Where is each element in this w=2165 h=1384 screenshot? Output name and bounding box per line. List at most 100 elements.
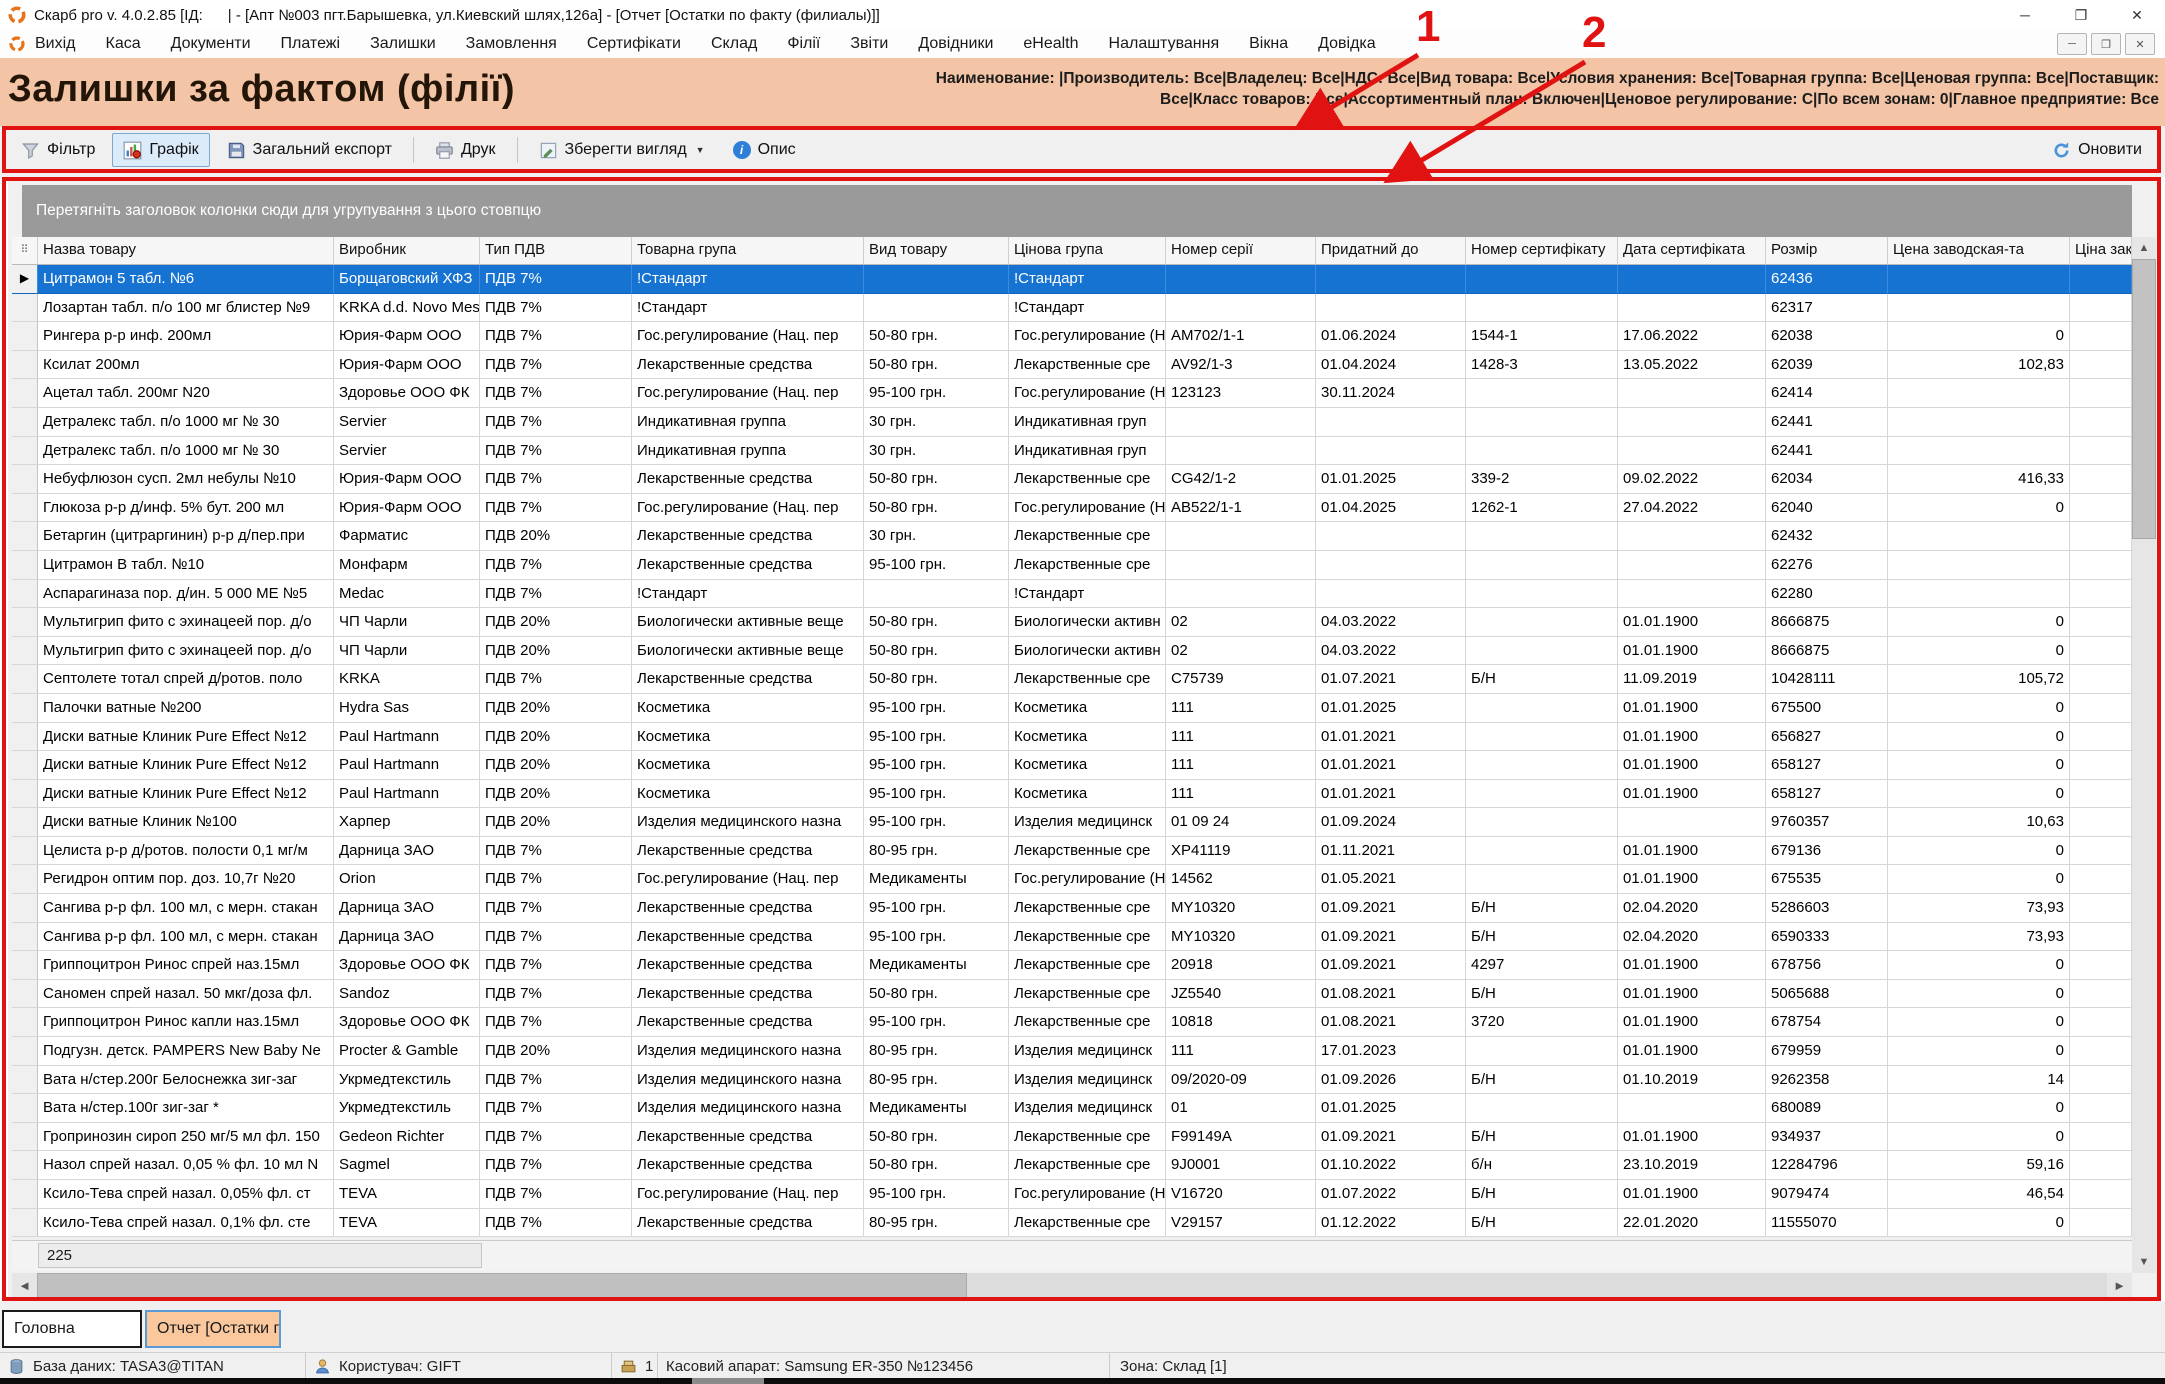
minimize-button[interactable]: ─	[1997, 0, 2053, 30]
menu-item-2[interactable]: Каса	[106, 35, 141, 53]
column-header[interactable]: Назва товару	[38, 237, 334, 264]
column-header[interactable]: Вид товару	[864, 237, 1009, 264]
column-header[interactable]: Номер сертифікату	[1466, 237, 1618, 264]
chart-button[interactable]: Графік	[112, 133, 209, 167]
column-header[interactable]: Товарна група	[632, 237, 864, 264]
print-button[interactable]: Друк	[424, 133, 507, 167]
table-cell: 6590333	[1766, 923, 1888, 952]
table-cell	[2070, 1180, 2132, 1209]
table-row[interactable]: Диски ватные Клиник Pure Effect №12Paul …	[12, 780, 2132, 809]
table-row[interactable]: Сангива р-р фл. 100 мл, с мерн. стаканДа…	[12, 923, 2132, 952]
table-cell: CG42/1-2	[1166, 465, 1316, 494]
table-row[interactable]: Палочки ватные №200Hydra SasПДВ 20%Косме…	[12, 694, 2132, 723]
description-button[interactable]: i Опис	[722, 133, 807, 167]
table-row[interactable]: Аспарагиназа пор. д/ин. 5 000 МЕ №5Medac…	[12, 580, 2132, 609]
table-row[interactable]: Диски ватные Клиник Pure Effect №12Paul …	[12, 723, 2132, 752]
menu-item-1[interactable]: Вихід	[35, 35, 76, 53]
table-row[interactable]: ▶Цитрамон 5 табл. №6Борщаговский ХФЗПДВ …	[12, 265, 2132, 294]
table-row[interactable]: Септолете тотал спрей д/ротов. полоKRKAП…	[12, 665, 2132, 694]
mdi-close-button[interactable]: ✕	[2125, 33, 2155, 55]
table-row[interactable]: Ксилат 200млЮрия-Фарм ОООПДВ 7%Лекарстве…	[12, 351, 2132, 380]
table-row[interactable]: Глюкоза р-р д/инф. 5% бут. 200 млЮрия-Фа…	[12, 494, 2132, 523]
table-row[interactable]: Диски ватные Клиник №100ХарперПДВ 20%Изд…	[12, 808, 2132, 837]
tab-home[interactable]: Головна	[2, 1310, 142, 1348]
mdi-minimize-button[interactable]: ─	[2057, 33, 2087, 55]
close-button[interactable]: ✕	[2109, 0, 2165, 30]
table-row[interactable]: Диски ватные Клиник Pure Effect №12Paul …	[12, 751, 2132, 780]
cart-icon	[620, 1358, 637, 1375]
menu-item-11[interactable]: Довідники	[918, 35, 993, 53]
table-cell: 01.09.2024	[1316, 808, 1466, 837]
group-by-panel[interactable]: Перетягніть заголовок колонки сюди для у…	[22, 185, 2132, 237]
table-row[interactable]: Мультигрип фито с эхинацеей пор. д/оЧП Ч…	[12, 637, 2132, 666]
table-row[interactable]: Вата н/стер.200г Белоснежка зиг-загУкрме…	[12, 1066, 2132, 1095]
menu-item-3[interactable]: Документи	[171, 35, 251, 53]
table-cell	[1888, 294, 2070, 323]
scroll-left-button[interactable]: ◄	[12, 1273, 37, 1298]
column-header[interactable]: Дата сертифіката	[1618, 237, 1766, 264]
table-row[interactable]: Ксило-Тева спрей назал. 0,1% фл. стеTEVA…	[12, 1209, 2132, 1238]
row-indicator	[12, 408, 38, 437]
table-cell: 62040	[1766, 494, 1888, 523]
mdi-restore-button[interactable]: ❐	[2091, 33, 2121, 55]
table-row[interactable]: Гропринозин сироп 250 мг/5 мл фл. 150Ged…	[12, 1123, 2132, 1152]
table-row[interactable]: Цитрамон В табл. №10МонфармПДВ 7%Лекарст…	[12, 551, 2132, 580]
horizontal-scroll-thumb[interactable]	[37, 1273, 967, 1298]
table-row[interactable]: Небуфлюзон сусп. 2мл небулы №10Юрия-Фарм…	[12, 465, 2132, 494]
column-header[interactable]: Виробник	[334, 237, 480, 264]
table-row[interactable]: Мультигрип фито с эхинацеей пор. д/оЧП Ч…	[12, 608, 2132, 637]
table-row[interactable]: Целиста р-р д/ротов. полости 0,1 мг/мДар…	[12, 837, 2132, 866]
table-row[interactable]: Детралекс табл. п/о 1000 мг № 30ServierП…	[12, 437, 2132, 466]
table-row[interactable]: Рингера р-р инф. 200млЮрия-Фарм ОООПДВ 7…	[12, 322, 2132, 351]
save-view-button[interactable]: Зберегти вигляд ▼	[528, 133, 716, 167]
export-button[interactable]: Загальний експорт	[216, 133, 403, 167]
table-row[interactable]: Сангива р-р фл. 100 мл, с мерн. стаканДа…	[12, 894, 2132, 923]
column-header[interactable]: Цена заводская-та	[1888, 237, 2070, 264]
menu-item-9[interactable]: Філії	[787, 35, 820, 53]
table-row[interactable]: Подгузн. детск. PAMPERS New Baby NеProct…	[12, 1037, 2132, 1066]
column-header[interactable]: Ціна зак	[2070, 237, 2132, 264]
column-header[interactable]: Тип ПДВ	[480, 237, 632, 264]
refresh-button[interactable]: Оновити	[2041, 133, 2153, 167]
menu-item-15[interactable]: Довідка	[1318, 35, 1376, 53]
menu-item-14[interactable]: Вікна	[1249, 35, 1288, 53]
table-row[interactable]: Лозартан табл. п/о 100 мг блистер №9KRKA…	[12, 294, 2132, 323]
table-row[interactable]: Ксило-Тева спрей назал. 0,05% фл. стTEVA…	[12, 1180, 2132, 1209]
menu-item-8[interactable]: Склад	[711, 35, 757, 53]
horizontal-scrollbar[interactable]: ◄ ►	[12, 1273, 2132, 1298]
scroll-right-button[interactable]: ►	[2107, 1273, 2132, 1298]
filter-button[interactable]: Фільтр	[10, 133, 106, 167]
table-row[interactable]: Назол спрей назал. 0,05 % фл. 10 мл NSag…	[12, 1151, 2132, 1180]
menu-item-10[interactable]: Звіти	[850, 35, 888, 53]
column-header[interactable]: Придатний до	[1316, 237, 1466, 264]
menu-item-13[interactable]: Налаштування	[1109, 35, 1220, 53]
menu-item-4[interactable]: Платежі	[281, 35, 341, 53]
table-row[interactable]: Бетаргин (цитраргинин) р-р д/пер.приФарм…	[12, 522, 2132, 551]
table-cell: TEVA	[334, 1180, 480, 1209]
menu-item-6[interactable]: Замовлення	[466, 35, 557, 53]
vertical-scrollbar[interactable]: ▲ ▼	[2132, 237, 2156, 1273]
vertical-scroll-thumb[interactable]	[2132, 259, 2156, 539]
table-row[interactable]: Вата н/стер.100г зиг-заг *Укрмедтекстиль…	[12, 1094, 2132, 1123]
menu-item-7[interactable]: Сертифікати	[587, 35, 681, 53]
table-row[interactable]: Регидрон оптим пор. доз. 10,7г №20OrionП…	[12, 865, 2132, 894]
column-header[interactable]: Розмір	[1766, 237, 1888, 264]
menu-item-5[interactable]: Залишки	[370, 35, 436, 53]
table-row[interactable]: Гриппоцитрон Ринос спрей наз.15млЗдоровь…	[12, 951, 2132, 980]
tab-report-active[interactable]: Отчет [Остатки по ф ...	[145, 1310, 281, 1348]
table-cell	[1618, 437, 1766, 466]
table-cell: Косметика	[632, 780, 864, 809]
chevron-down-icon[interactable]: ▼	[696, 145, 705, 155]
menu-item-12[interactable]: eHealth	[1023, 35, 1078, 53]
column-header[interactable]: Цінова група	[1009, 237, 1166, 264]
table-row[interactable]: Ацетал табл. 200мг N20Здоровье ООО ФКПДВ…	[12, 379, 2132, 408]
column-header[interactable]: Номер серії	[1166, 237, 1316, 264]
scroll-up-button[interactable]: ▲	[2132, 237, 2156, 259]
table-cell	[864, 265, 1009, 294]
scroll-down-button[interactable]: ▼	[2132, 1251, 2156, 1273]
maximize-button[interactable]: ❐	[2053, 0, 2109, 30]
table-row[interactable]: Гриппоцитрон Ринос капли наз.15млЗдоровь…	[12, 1008, 2132, 1037]
table-row[interactable]: Саномен спрей назал. 50 мкг/доза фл.Sand…	[12, 980, 2132, 1009]
table-cell	[1466, 751, 1618, 780]
table-row[interactable]: Детралекс табл. п/о 1000 мг № 30ServierП…	[12, 408, 2132, 437]
